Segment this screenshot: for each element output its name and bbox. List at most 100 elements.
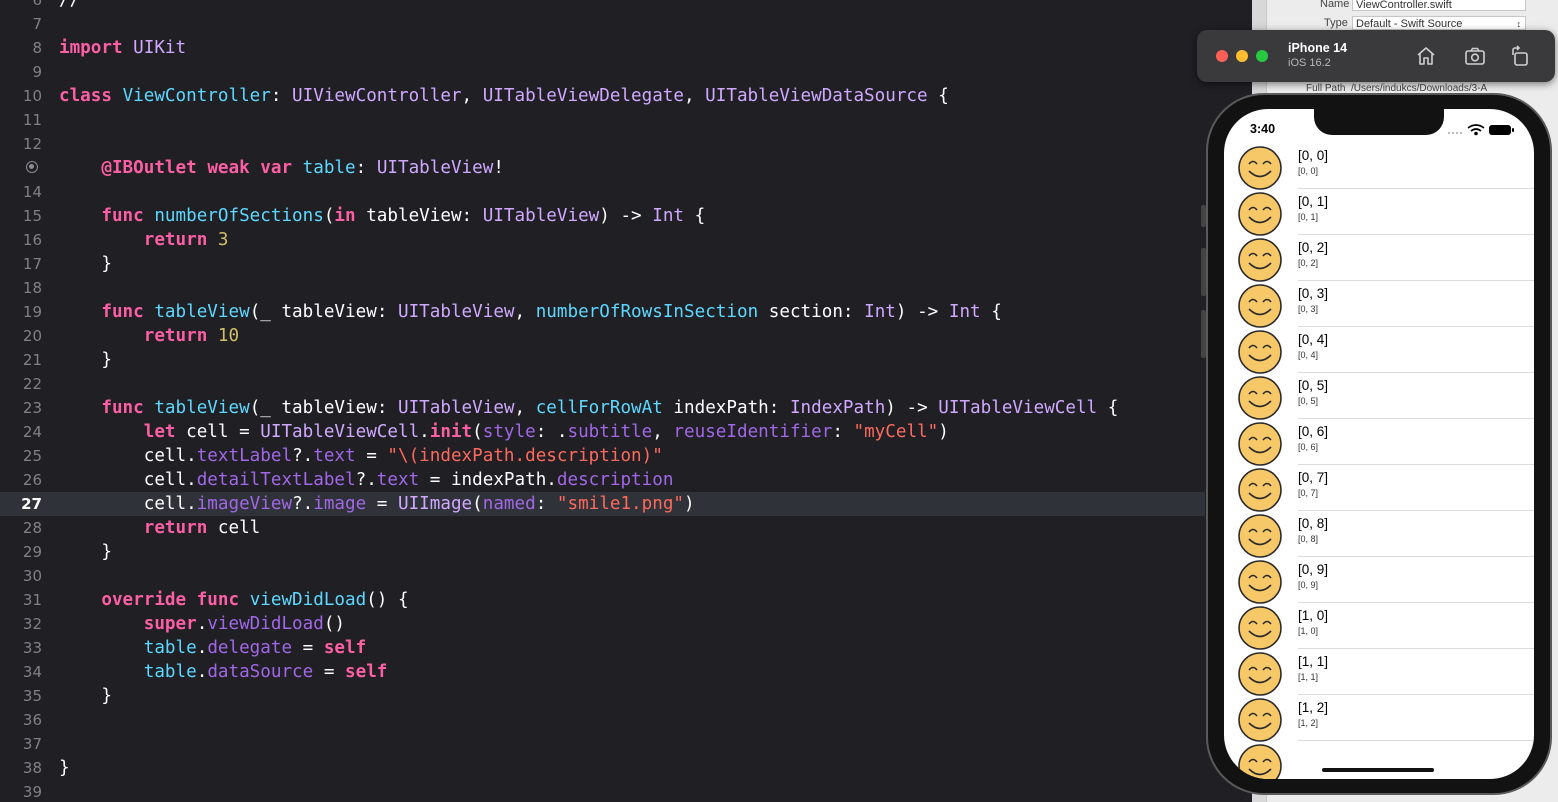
- code-line[interactable]: 21 }: [0, 348, 1252, 372]
- code-line[interactable]: 33 table.delegate = self: [0, 636, 1252, 660]
- code-line[interactable]: 24 let cell = UITableViewCell.init(style…: [0, 420, 1252, 444]
- table-row[interactable]: [1, 0] [1, 0]: [1224, 603, 1534, 650]
- code-text[interactable]: @IBOutlet weak var table: UITableView!: [59, 156, 504, 180]
- line-number[interactable]: 6: [0, 0, 42, 12]
- table-row[interactable]: [0, 7] [0, 7]: [1224, 465, 1534, 512]
- code-text[interactable]: }: [59, 252, 112, 276]
- minimize-window-button[interactable]: [1236, 50, 1248, 62]
- line-number[interactable]: 22: [0, 372, 42, 396]
- table-row[interactable]: [0, 1] [0, 1]: [1224, 189, 1534, 236]
- code-line[interactable]: 26 cell.detailTextLabel?.text = indexPat…: [0, 468, 1252, 492]
- line-number[interactable]: 29: [0, 540, 42, 564]
- code-text[interactable]: func numberOfSections(in tableView: UITa…: [59, 204, 705, 228]
- line-number[interactable]: 25: [0, 444, 42, 468]
- table-row[interactable]: [1, 1] [1, 1]: [1224, 649, 1534, 696]
- code-line[interactable]: 34 table.dataSource = self: [0, 660, 1252, 684]
- code-line[interactable]: 27 cell.imageView?.image = UIImage(named…: [0, 492, 1205, 516]
- code-text[interactable]: cell.textLabel?.text = "\(indexPath.desc…: [59, 444, 663, 468]
- code-text[interactable]: table.delegate = self: [59, 636, 366, 660]
- breakpoint-outlet-icon[interactable]: [26, 161, 38, 173]
- line-number[interactable]: 37: [0, 732, 42, 756]
- line-number[interactable]: 35: [0, 684, 42, 708]
- code-text[interactable]: }: [59, 540, 112, 564]
- table-row-partial[interactable]: [1224, 741, 1534, 779]
- rotate-icon[interactable]: [1508, 44, 1532, 68]
- code-line[interactable]: 22: [0, 372, 1252, 396]
- code-line[interactable]: 7: [0, 12, 1252, 36]
- line-number[interactable]: 32: [0, 612, 42, 636]
- code-line[interactable]: 11: [0, 108, 1252, 132]
- code-text[interactable]: cell.detailTextLabel?.text = indexPath.d…: [59, 468, 674, 492]
- code-text[interactable]: super.viewDidLoad(): [59, 612, 345, 636]
- table-row[interactable]: [0, 3] [0, 3]: [1224, 281, 1534, 328]
- code-line[interactable]: 9: [0, 60, 1252, 84]
- line-number[interactable]: 15: [0, 204, 42, 228]
- code-line[interactable]: 15 func numberOfSections(in tableView: U…: [0, 204, 1252, 228]
- code-text[interactable]: import UIKit: [59, 36, 186, 60]
- line-number[interactable]: 27: [0, 492, 42, 516]
- code-text[interactable]: table.dataSource = self: [59, 660, 388, 684]
- code-text[interactable]: cell.imageView?.image = UIImage(named: "…: [59, 492, 695, 516]
- code-line[interactable]: 36: [0, 708, 1252, 732]
- code-line[interactable]: 6 //: [0, 0, 1252, 12]
- line-number[interactable]: 10: [0, 84, 42, 108]
- table-row[interactable]: [0, 0] [0, 0]: [1224, 143, 1534, 190]
- code-line[interactable]: 16 return 3: [0, 228, 1252, 252]
- code-text[interactable]: }: [59, 684, 112, 708]
- line-number[interactable]: 7: [0, 12, 42, 36]
- code-line[interactable]: 29 }: [0, 540, 1252, 564]
- line-number[interactable]: 36: [0, 708, 42, 732]
- home-icon[interactable]: [1414, 44, 1438, 68]
- table-row[interactable]: [0, 4] [0, 4]: [1224, 327, 1534, 374]
- phone-screen[interactable]: 3:40 [0, 0] [0, 0] [0, 1] [0, 1] [0, 2] [0, 2…: [1224, 109, 1534, 779]
- table-row[interactable]: [0, 2] [0, 2]: [1224, 235, 1534, 282]
- code-line[interactable]: 8 import UIKit: [0, 36, 1252, 60]
- code-line[interactable]: 20 return 10: [0, 324, 1252, 348]
- line-number[interactable]: 34: [0, 660, 42, 684]
- line-number[interactable]: 38: [0, 756, 42, 780]
- line-number[interactable]: 30: [0, 564, 42, 588]
- code-text[interactable]: return cell: [59, 516, 261, 540]
- line-number[interactable]: 31: [0, 588, 42, 612]
- code-text[interactable]: func tableView(_ tableView: UITableView,…: [59, 396, 1118, 420]
- home-indicator[interactable]: [1322, 768, 1434, 772]
- code-line[interactable]: 39: [0, 780, 1252, 802]
- code-line[interactable]: 17 }: [0, 252, 1252, 276]
- code-line[interactable]: 25 cell.textLabel?.text = "\(indexPath.d…: [0, 444, 1252, 468]
- name-field[interactable]: ViewController.swift: [1352, 0, 1526, 11]
- code-text[interactable]: }: [59, 348, 112, 372]
- screenshot-icon[interactable]: [1463, 44, 1487, 68]
- code-line[interactable]: 18: [0, 276, 1252, 300]
- line-number[interactable]: 23: [0, 396, 42, 420]
- table-row[interactable]: [0, 5] [0, 5]: [1224, 373, 1534, 420]
- line-number[interactable]: 33: [0, 636, 42, 660]
- line-number[interactable]: 17: [0, 252, 42, 276]
- line-number[interactable]: 39: [0, 780, 42, 802]
- line-number[interactable]: 19: [0, 300, 42, 324]
- line-number[interactable]: 11: [0, 108, 42, 132]
- table-row[interactable]: [0, 9] [0, 9]: [1224, 557, 1534, 604]
- code-line[interactable]: 23 func tableView(_ tableView: UITableVi…: [0, 396, 1252, 420]
- code-text[interactable]: //: [59, 0, 80, 12]
- line-number[interactable]: 18: [0, 276, 42, 300]
- line-number[interactable]: 20: [0, 324, 42, 348]
- line-number[interactable]: 9: [0, 60, 42, 84]
- code-editor[interactable]: 6 // 7 8 import UIKit 9 10 class ViewController…: [0, 0, 1252, 802]
- table-row[interactable]: [0, 6] [0, 6]: [1224, 419, 1534, 466]
- code-line[interactable]: 38}: [0, 756, 1252, 780]
- code-line[interactable]: 31 override func viewDidLoad() {: [0, 588, 1252, 612]
- code-line[interactable]: 28 return cell: [0, 516, 1252, 540]
- code-text[interactable]: return 10: [59, 324, 239, 348]
- code-line[interactable]: 10 class ViewController: UIViewController…: [0, 84, 1252, 108]
- code-text[interactable]: }: [59, 756, 70, 780]
- code-line[interactable]: 12: [0, 132, 1252, 156]
- line-number[interactable]: 16: [0, 228, 42, 252]
- line-number[interactable]: 24: [0, 420, 42, 444]
- code-line[interactable]: 35 }: [0, 684, 1252, 708]
- code-text[interactable]: override func viewDidLoad() {: [59, 588, 408, 612]
- code-text[interactable]: return 3: [59, 228, 229, 252]
- code-line[interactable]: 19 func tableView(_ tableView: UITableVi…: [0, 300, 1252, 324]
- close-window-button[interactable]: [1216, 50, 1228, 62]
- code-line[interactable]: @IBOutlet weak var table: UITableView!: [0, 156, 1252, 180]
- code-text[interactable]: class ViewController: UIViewController, …: [59, 84, 949, 108]
